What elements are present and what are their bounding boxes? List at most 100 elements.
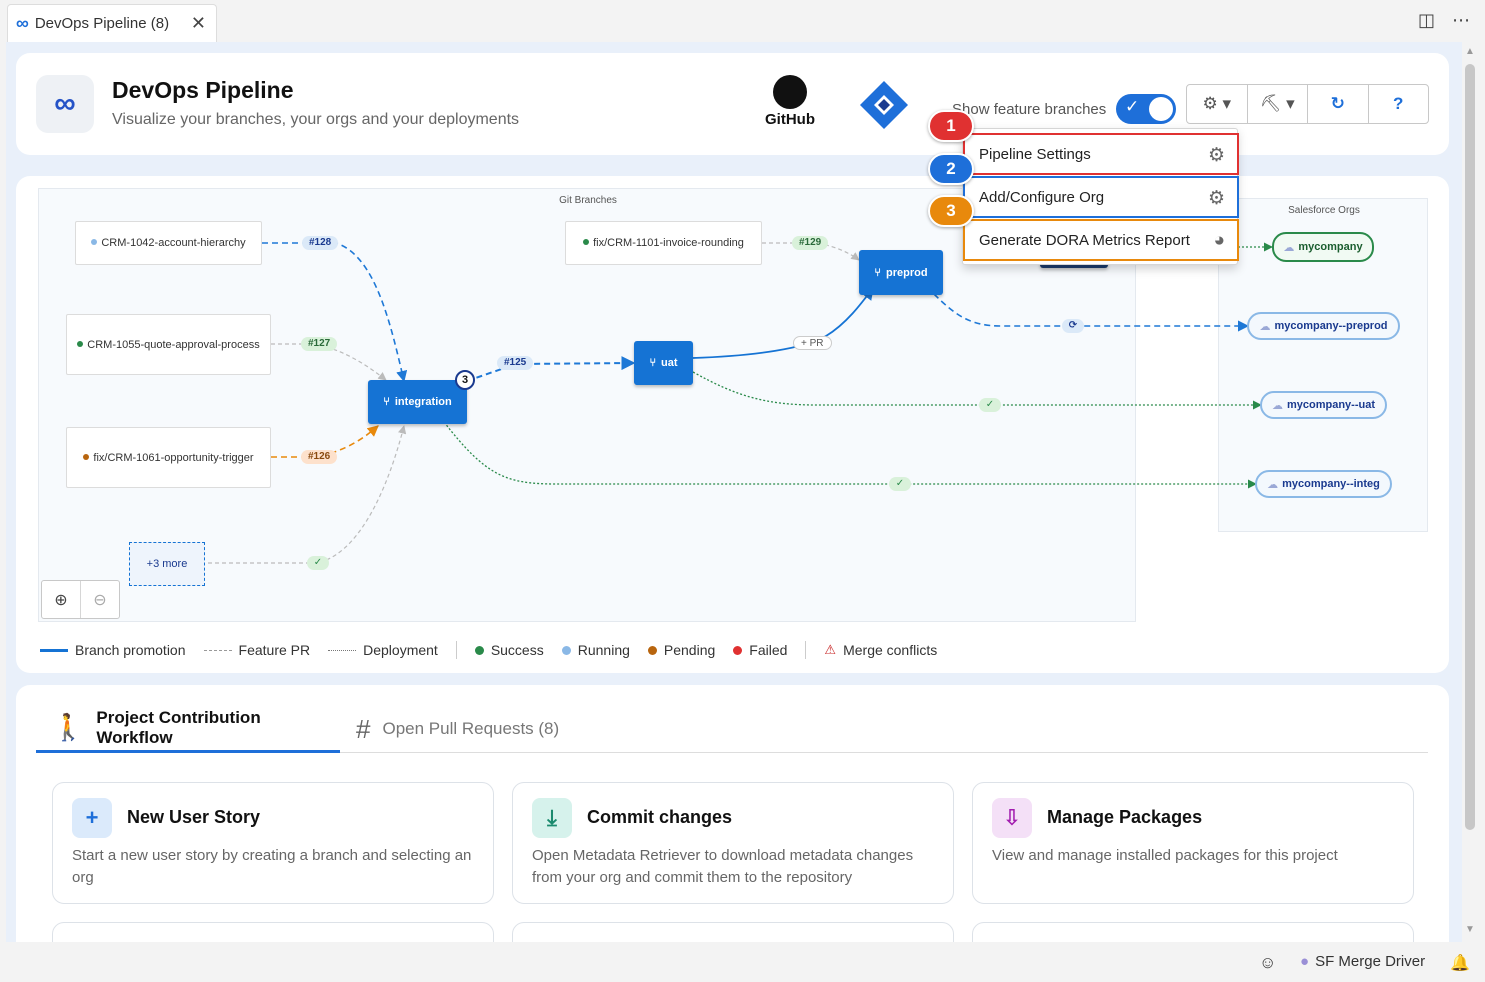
deploy-success-check-icon: ✓ [889, 477, 911, 491]
editor-tab-bar: ∞ DevOps Pipeline (8) ✕ ◫ ⋯ [0, 0, 1485, 42]
status-pending-dot [83, 453, 90, 460]
refresh-button[interactable]: ↻ [1308, 85, 1369, 123]
page-subtitle: Visualize your branches, your orgs and y… [112, 111, 520, 128]
branch-icon: ⑂ [383, 396, 390, 408]
tab-title: DevOps Pipeline (8) [34, 15, 170, 32]
show-feature-branches-toggle[interactable]: ✓ [1116, 94, 1176, 124]
page-title: DevOps Pipeline [112, 77, 294, 103]
integration-count-badge: 3 [455, 370, 475, 390]
env-node-preprod[interactable]: ⑂ preprod [859, 250, 943, 295]
tab-devops-pipeline[interactable]: ∞ DevOps Pipeline (8) ✕ [7, 4, 217, 42]
tab-project-contribution-workflow[interactable]: 🚶 Project Contribution Workflow [36, 705, 340, 753]
workflow-tabs: 🚶 Project Contribution Workflow # Open Pul… [36, 705, 1428, 753]
status-bar: ☺ ● SF Merge Driver 🔔 [0, 942, 1485, 982]
pr-badge-127[interactable]: #127 [301, 337, 338, 351]
org-mycompany[interactable]: ☁ mycompany [1272, 232, 1374, 262]
legend: Branch promotion Feature PR Deployment S… [40, 640, 955, 660]
header-toolbar: ⚙ ▾ ⛏ ▾ ↻ ? [1186, 84, 1429, 124]
plus-icon: + [72, 798, 112, 838]
more-actions-icon[interactable]: ⋯ [1452, 10, 1470, 31]
branch-icon: ⑂ [649, 357, 657, 369]
status-success-dot [583, 239, 590, 245]
status-success-dot [77, 340, 84, 347]
new-user-story-card[interactable]: + New User Story Start a new user story … [52, 782, 494, 904]
env-node-integration[interactable]: ⑂ integration [368, 380, 467, 424]
cloud-icon: ☁ [1267, 478, 1279, 491]
actions-dropdown-button[interactable]: ⛏ ▾ [1248, 85, 1308, 123]
tools-icon: ⛏ ▾ [1259, 94, 1295, 113]
zoom-controls: ⊕ ⊖ [41, 580, 120, 619]
menu-item-generate-dora-report[interactable]: Generate DORA Metrics Report ◕ [963, 219, 1239, 261]
pr-badge-129[interactable]: #129 [792, 236, 829, 250]
org-mycompany-uat[interactable]: ☁ mycompany--uat [1260, 391, 1387, 419]
workflow-card: 🚶 Project Contribution Workflow # Open Pul… [16, 685, 1449, 942]
failed-dot [733, 645, 743, 655]
workflow-card-partial[interactable] [52, 922, 494, 942]
jira-icon[interactable] [858, 79, 910, 131]
vertical-scrollbar[interactable]: ▲ ▼ [1462, 42, 1478, 942]
org-mycompany-preprod[interactable]: ☁ mycompany--preprod [1247, 312, 1400, 340]
cloud-icon: ☁ [1271, 399, 1283, 412]
menu-item-add-configure-org[interactable]: Add/Configure Org ⚙ [963, 176, 1239, 218]
hiker-icon: 🚶 [52, 712, 85, 742]
workflow-card-partial[interactable] [512, 922, 954, 942]
infinity-icon: ∞ [16, 13, 29, 33]
step-badge-2: 2 [928, 153, 974, 185]
help-button[interactable]: ? [1369, 85, 1429, 123]
deploy-success-check-icon: ✓ [979, 398, 1001, 412]
github-logo[interactable]: GitHub [764, 75, 816, 128]
manage-packages-card[interactable]: ⇩ Manage Packages View and manage instal… [972, 782, 1414, 904]
commit-changes-card[interactable]: ⤓ Commit changes Open Metadata Retriever… [512, 782, 954, 904]
pie-chart-icon: ◕ [1213, 230, 1225, 251]
menu-item-pipeline-settings[interactable]: Pipeline Settings ⚙ [963, 133, 1239, 175]
notification-bell-icon[interactable]: 🔔 [1450, 953, 1470, 973]
pr-badge-126[interactable]: #126 [301, 450, 338, 464]
gear-icon: ⚙ [1207, 145, 1225, 166]
branch-icon: ⑂ [874, 266, 882, 279]
scroll-thumb[interactable] [1465, 64, 1475, 830]
moon-icon: ● [1300, 953, 1310, 970]
step-badge-3: 3 [928, 195, 974, 227]
github-icon [773, 75, 807, 109]
pr-badge-128[interactable]: #128 [302, 236, 339, 250]
tab-open-pull-requests[interactable]: # Open Pull Requests (8) [356, 705, 559, 753]
cloud-icon: ☁ [1283, 241, 1295, 254]
refresh-icon: ↻ [1330, 94, 1345, 113]
copilot-icon[interactable]: ☺ [1259, 953, 1276, 973]
status-running-dot [91, 239, 98, 245]
deploy-running-icon: ⟳ [1062, 319, 1084, 333]
sf-merge-driver-status[interactable]: ● SF Merge Driver [1300, 953, 1425, 970]
feature-pr-line [203, 649, 232, 651]
feature-branch-crm-1061[interactable]: fix/CRM-1061-opportunity-trigger [66, 427, 271, 488]
webview-content: ∞ DevOps Pipeline Visualize your branche… [6, 42, 1462, 942]
more-feature-branches[interactable]: +3 more [129, 542, 205, 586]
hash-icon: # [356, 713, 371, 744]
close-icon[interactable]: ✕ [191, 13, 206, 34]
zoom-out-icon[interactable]: ⊖ [81, 581, 119, 618]
feature-branch-crm-1101[interactable]: fix/CRM-1101-invoice-rounding [565, 221, 762, 265]
cloud-icon: ☁ [1259, 320, 1271, 333]
warning-icon: ⚠ [824, 642, 837, 657]
scroll-down-icon[interactable]: ▼ [1465, 924, 1475, 935]
branch-promotion-line [40, 648, 68, 652]
download-icon: ⤓ [532, 798, 572, 838]
settings-dropdown-button[interactable]: ⚙ ▾ [1187, 85, 1248, 123]
feature-branch-crm-1055[interactable]: CRM-1055-quote-approval-process [66, 314, 271, 375]
gear-icon: ⚙ [1207, 188, 1225, 209]
zoom-in-icon[interactable]: ⊕ [42, 581, 81, 618]
split-editor-icon[interactable]: ◫ [1418, 10, 1435, 31]
env-node-uat[interactable]: ⑂ uat [634, 341, 693, 385]
create-pr-badge[interactable]: + PR [793, 336, 832, 350]
step-badge-1: 1 [928, 110, 974, 142]
app-logo-icon: ∞ [36, 75, 94, 133]
deployment-line [328, 649, 357, 651]
org-mycompany-integ[interactable]: ☁ mycompany--integ [1255, 470, 1392, 498]
gear-icon: ⚙ ▾ [1202, 94, 1232, 113]
pr-badge-125[interactable]: #125 [497, 356, 534, 370]
feature-branch-crm-1042[interactable]: CRM-1042-account-hierarchy [75, 221, 262, 265]
scroll-up-icon[interactable]: ▲ [1465, 46, 1475, 57]
workflow-card-partial[interactable] [972, 922, 1414, 942]
check-icon: ✓ [1125, 97, 1140, 116]
success-dot [474, 645, 484, 655]
deploy-success-check-icon: ✓ [307, 556, 329, 570]
